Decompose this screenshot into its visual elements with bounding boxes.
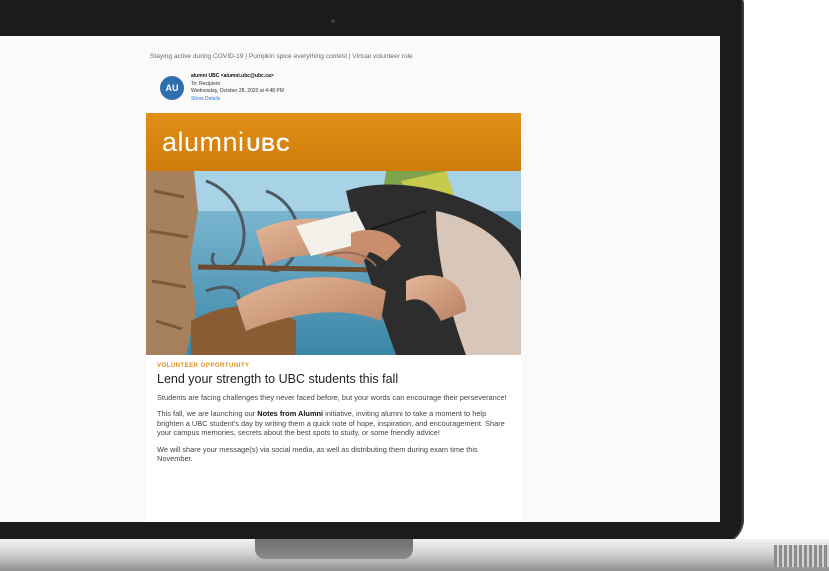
show-details-link[interactable]: Show Details: [191, 96, 284, 104]
paragraph-2-prefix: This fall, we are launching our: [157, 409, 258, 419]
eyebrow-label: VOLUNTEER OPPORTUNITY: [157, 363, 250, 369]
sender-info: alumni UBC <alumni.ubc@ubc.ca> To: Recip…: [191, 73, 284, 103]
paragraph-3: We will share your message(s) via social…: [157, 444, 478, 464]
notes-from-alumni-link[interactable]: Notes from Alumni: [257, 409, 323, 418]
paragraph-1: Students are facing challenges they neve…: [157, 393, 507, 402]
sender-from: alumni UBC <alumni.ubc@ubc.ca>: [191, 73, 274, 79]
hero-photo: [146, 171, 521, 355]
email-headline: Lend your strength to UBC students this …: [157, 372, 399, 386]
sender-date: Wednesday, October 28, 2020 at 4:48 PM: [191, 88, 284, 94]
sender-to: To: Recipient: [191, 80, 220, 87]
email-subject: Staying active during COVID-19 | Pumpkin…: [150, 53, 413, 60]
logo-word-alumni: alumni: [162, 126, 245, 157]
logo-word-ubc: UBC: [246, 134, 291, 156]
laptop-vent: [774, 545, 829, 567]
alumni-ubc-banner: alumni UBC: [146, 113, 521, 171]
camera-icon: [331, 19, 335, 23]
laptop-screen: Staying active during COVID-19 | Pumpkin…: [0, 36, 720, 522]
alumni-ubc-logo: alumni UBC: [162, 127, 291, 158]
paragraph-2: This fall, we are launching our Notes fr…: [157, 409, 510, 437]
email-content: VOLUNTEER OPPORTUNITY Lend your strength…: [146, 355, 521, 463]
sender-avatar: AU: [160, 76, 184, 100]
email-body: alumni UBC VOLUNTEER OPPORTUNITY Lend yo…: [146, 113, 521, 522]
hero-photo-illustration: [146, 171, 521, 355]
laptop-base: [0, 539, 829, 571]
laptop-hinge-notch: [255, 539, 413, 559]
